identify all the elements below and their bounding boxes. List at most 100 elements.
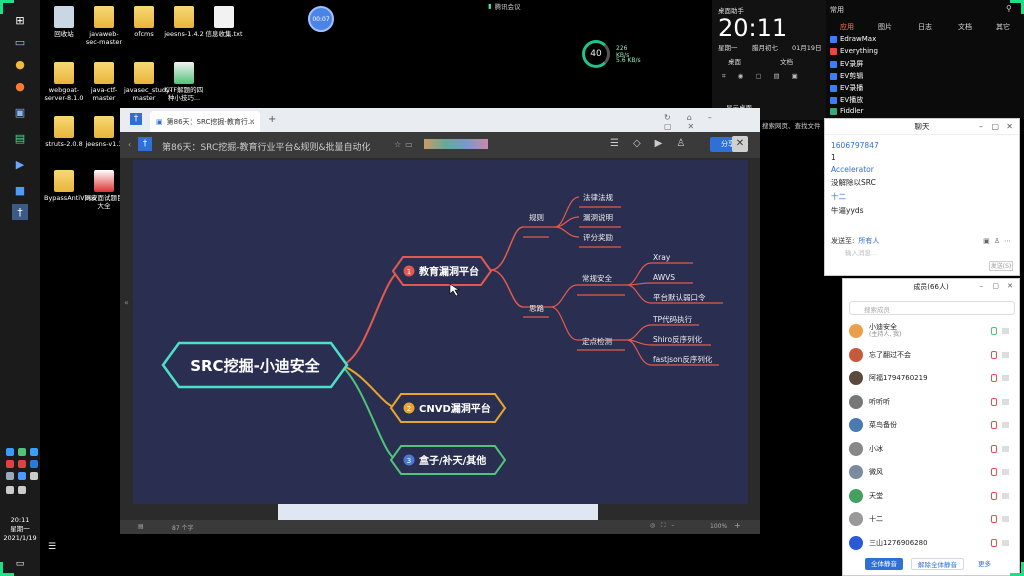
camera-off-icon[interactable] [1002,539,1009,546]
member-row[interactable]: 十二 [849,509,1017,529]
tray-icon[interactable] [18,472,26,480]
search-icon[interactable]: ⚲ [1006,4,1012,13]
tab-apps[interactable]: 应用 [840,22,854,32]
camera-off-icon[interactable] [1002,469,1009,475]
member-row[interactable]: 天堂 [849,486,1017,506]
camera-off-icon[interactable] [1002,328,1009,334]
mic-muted-icon[interactable] [991,515,997,523]
send-button[interactable]: 发送(S) [989,261,1013,271]
tray-icon[interactable] [6,448,14,456]
new-tab-icon[interactable]: + [268,114,276,125]
close-icon[interactable]: ✕ [1006,122,1013,131]
desktop-icon-folder[interactable]: struts-2.0.8 [44,116,84,148]
member-row[interactable]: 忘了翻过不会 [849,345,1017,365]
chat-tool-icons[interactable]: ▣♙⋯ [983,237,1015,245]
tray-icon[interactable] [30,472,38,480]
mic-muted-icon[interactable] [991,538,997,547]
desktop-icon-pdf[interactable]: 网安面试题目大全 [84,170,124,210]
mic-muted-icon[interactable] [991,468,997,476]
window-controls[interactable]: ↻⌂–▢✕ [664,113,760,131]
mic-muted-icon[interactable] [991,327,997,335]
tab-docs[interactable]: 文档 [958,22,972,32]
toolbar-icons[interactable]: ☰◇▶♙ [610,138,699,149]
maximize-icon[interactable]: ▢ [991,122,999,131]
mute-all-button[interactable]: 全体静音 [865,558,903,570]
desktop-icon-folder[interactable]: jeesns-1.4.2 [164,6,204,38]
tab-close-icon[interactable]: ✕ [249,118,255,126]
desktop-icon-folder[interactable]: javasec_study-master [124,62,172,102]
mic-muted-icon[interactable] [991,491,997,500]
leaf-label[interactable]: AWVS [653,273,675,282]
browser-tab[interactable]: ▣ 第86天：SRC挖掘-教育行... ✕ [150,111,260,132]
camera-off-icon[interactable] [1002,445,1009,452]
leaf-label[interactable]: 评分奖励 [583,232,613,242]
outline-icon[interactable]: ▤ [138,523,144,530]
notification-icon[interactable]: ▭ [12,556,28,572]
meeting-pill[interactable]: ▮ 腾讯会议 [488,1,521,11]
member-search-input[interactable]: 搜索成员 [849,301,1015,315]
back-icon[interactable]: ‹ [128,140,131,149]
task-view-icon[interactable]: ▭ [12,34,28,50]
member-row[interactable]: 阿福1794760219 [849,368,1017,388]
timer-badge[interactable]: 00:07 [308,6,334,32]
desktop-icon-folder[interactable]: ofcms [124,6,164,38]
assistant-item[interactable]: 桌面 [728,56,741,66]
member-row[interactable]: 听听听 [849,392,1017,412]
volume-icon[interactable] [18,486,26,494]
leaf-label[interactable]: TP代码执行 [652,314,693,324]
terminal-icon[interactable]: ▤ [12,130,28,146]
leaf-label[interactable]: fastjson反序列化 [653,354,713,364]
member-row[interactable]: 菜鸟备份 [849,415,1017,435]
desktop-icon-folder[interactable]: BypassAntiVirus [44,170,96,202]
list-icon[interactable]: ☰ [48,542,56,552]
unmute-all-button[interactable]: 解除全体静音 [911,558,964,570]
leaf-label[interactable]: 漏洞说明 [583,212,613,222]
camera-off-icon[interactable] [1002,351,1009,358]
minimize-icon[interactable]: – [979,122,983,131]
zoom-in-icon[interactable]: + [734,521,741,530]
mic-muted-icon[interactable] [991,374,997,382]
mic-muted-icon[interactable] [991,444,997,453]
assistant-toolbar-icons[interactable]: ⌗◉▢▤▣ [722,72,810,81]
close-icon[interactable]: ✕ [1007,282,1013,290]
member-row[interactable]: 小冰 [849,439,1017,459]
tray-icon[interactable] [30,448,38,456]
start-icon[interactable]: ⊞ [12,12,28,28]
collapse-arrow-icon[interactable]: « [124,298,129,307]
tray-icon[interactable] [30,460,38,468]
launcher-app[interactable]: EdrawMax [830,35,876,43]
collaborator-avatars[interactable] [424,139,488,149]
tab-images[interactable]: 图片 [878,22,892,32]
network-icon[interactable] [6,486,14,494]
launcher-app[interactable]: EV剪辑 [830,71,863,81]
launcher-app[interactable]: Fiddler [830,107,863,115]
maximize-icon[interactable]: ▢ [992,282,999,290]
sub-node-label[interactable]: 思路 [529,303,544,313]
minimize-icon[interactable]: – [980,282,984,290]
desktop-icon-folder[interactable]: java-ctf-master [84,62,124,102]
send-to-dropdown[interactable]: 所有人 [858,236,879,246]
assistant-search-hint[interactable]: 搜索网页、查找文件 [762,120,821,130]
tray-icon[interactable] [6,460,14,468]
launcher-app[interactable]: Everything [830,47,878,55]
launcher-app[interactable]: EV录播 [830,83,863,93]
firefox-icon[interactable]: ● [12,78,28,94]
mic-muted-icon[interactable] [991,350,997,359]
tray-icon[interactable] [18,448,26,456]
tab-logs[interactable]: 日志 [918,22,932,32]
sub-node-label[interactable]: 规则 [529,212,544,222]
member-row[interactable]: 微风 [849,462,1017,482]
camera-off-icon[interactable] [1002,398,1009,405]
tab-other[interactable]: 其它 [996,22,1010,32]
taskbar-clock[interactable]: 20:11 星期一 2021/1/19 [0,516,40,543]
chrome-icon[interactable]: ● [12,56,28,72]
member-row[interactable]: 小迪安全 (主持人, 我) [849,321,1017,341]
desktop-icon-txt[interactable]: 信息收集.txt [204,6,244,38]
active-app-icon[interactable]: † [12,204,28,220]
camera-off-icon[interactable] [1002,375,1009,381]
member-row[interactable]: 三山1276906280 [849,533,1017,553]
mic-muted-icon[interactable] [991,421,997,429]
close-fullscreen-button[interactable]: ✕ [732,136,748,152]
tray-icon[interactable] [18,460,26,468]
mic-muted-icon[interactable] [991,397,997,406]
